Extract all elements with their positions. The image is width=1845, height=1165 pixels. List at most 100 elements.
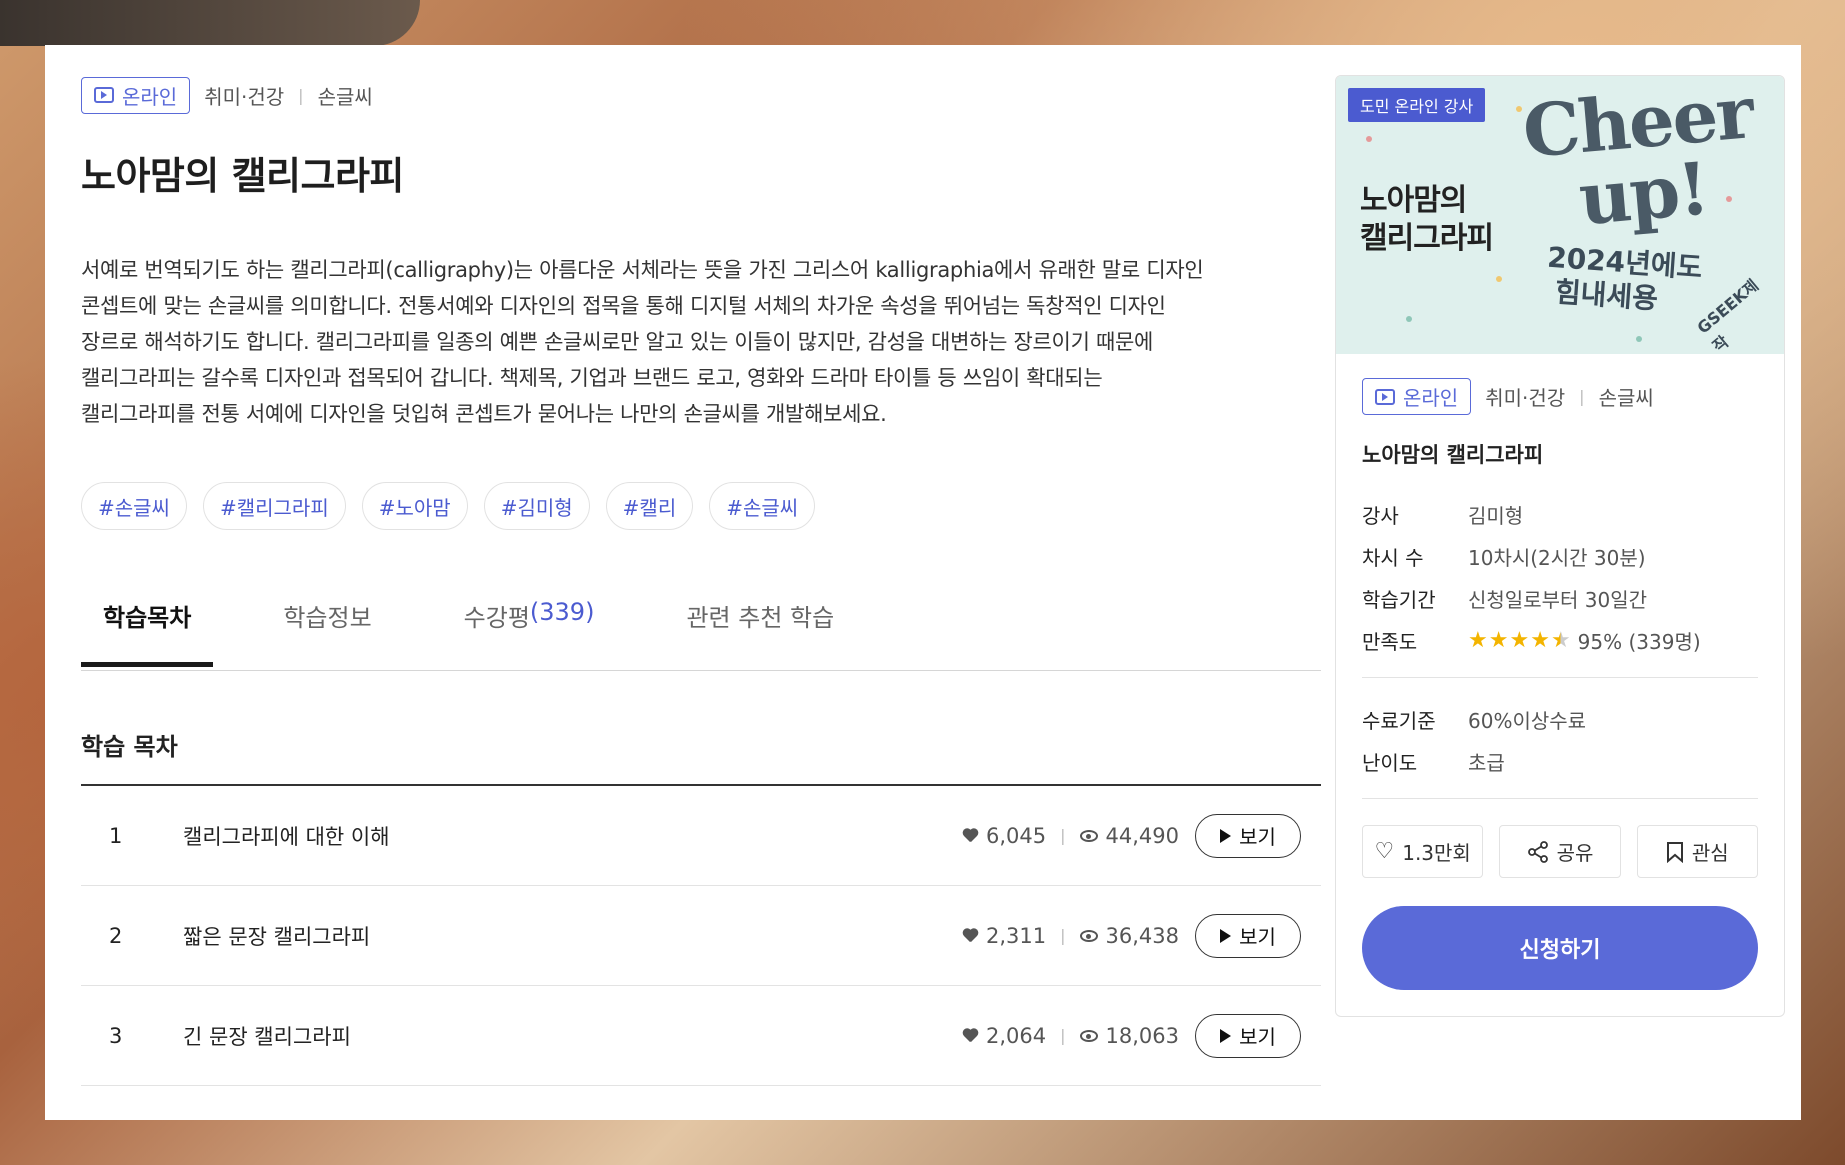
info-row-instructor: 강사 김미형	[1362, 493, 1758, 535]
view-stat: 18,063	[1079, 1023, 1179, 1048]
like-stat: 6,045	[962, 824, 1046, 848]
description-line: 캘리그라피는 갈수록 디자인과 접목되어 갑니다. 책제목, 기업과 브랜드 로…	[81, 366, 1103, 390]
category: 취미·건강	[1485, 386, 1566, 410]
like-stat: 2,311	[962, 924, 1046, 948]
tag-chip[interactable]: #김미형	[483, 482, 590, 530]
course-info: 강사 김미형 차시 수 10차시(2시간 30분) 학습기간 신청일로부터 30…	[1362, 493, 1758, 661]
info-value: 신청일로부터 30일간	[1468, 587, 1648, 612]
view-stat: 36,438	[1079, 923, 1179, 948]
star-rating: ★ ★ ★ ★ ★	[1468, 627, 1571, 653]
background-decoration	[0, 0, 420, 46]
like-button[interactable]: ♡ 1.3만회	[1362, 825, 1484, 878]
info-key: 강사	[1362, 503, 1399, 528]
view-button[interactable]: 보기	[1195, 1013, 1301, 1058]
toc-heading: 학습 목차	[81, 733, 178, 761]
apply-button[interactable]: 신청하기	[1362, 906, 1758, 990]
tab-reviews[interactable]: 수강평 (339)	[442, 598, 617, 670]
share-button[interactable]: 공유	[1499, 825, 1621, 878]
eye-icon	[1079, 929, 1098, 942]
course-meta: 온라인 취미·건강 | 손글씨	[81, 75, 1321, 115]
course-description: 서예로 번역되기도 하는 캘리그라피(calligraphy)는 아름다운 서체…	[81, 252, 1301, 432]
tag-chip[interactable]: #손글씨	[81, 482, 187, 530]
stat-separator: |	[1060, 1026, 1066, 1045]
course-thumbnail: 도민 온라인 강사 노아맘의 캘리그라피 Cheer up! 2024년에도 힘…	[1336, 76, 1784, 354]
tag-chip[interactable]: #캘리	[605, 482, 694, 530]
thumbnail-title-line: 캘리그라피	[1360, 221, 1494, 256]
info-row-sessions: 차시 수 10차시(2시간 30분)	[1362, 535, 1758, 577]
info-value: 초급	[1468, 750, 1505, 775]
tab-info[interactable]: 학습정보	[261, 598, 393, 670]
course-summary-panel: 도민 온라인 강사 노아맘의 캘리그라피 Cheer up! 2024년에도 힘…	[1335, 75, 1785, 1017]
toc-number: 1	[109, 823, 123, 848]
divider	[1362, 677, 1758, 678]
course-tabs: 학습목차 학습정보 수강평 (339) 관련 추천 학습	[81, 598, 1321, 671]
view-button-label: 보기	[1239, 1025, 1276, 1049]
tab-toc[interactable]: 학습목차	[81, 598, 214, 667]
like-count: 6,045	[986, 823, 1047, 848]
star-half-icon: ★	[1550, 627, 1571, 653]
like-count: 2,064	[986, 1023, 1047, 1048]
like-count: 1.3만회	[1402, 841, 1471, 865]
tag-list: #손글씨 #캘리그라피 #노아맘 #김미형 #캘리 #손글씨	[81, 482, 1321, 530]
view-stat: 44,490	[1079, 823, 1179, 848]
thumbnail-title: 노아맘의 캘리그라피	[1360, 182, 1494, 258]
view-count: 18,063	[1105, 1023, 1179, 1048]
panel-body: 온라인 취미·건강 | 손글씨 노아맘의 캘리그라피 강사 김미형 차시 수 1…	[1336, 354, 1784, 990]
panel-title: 노아맘의 캘리그라피	[1362, 443, 1544, 467]
online-label: 온라인	[1403, 386, 1459, 410]
rating-text: 95% (339명)	[1577, 629, 1701, 654]
like-stat: 2,064	[962, 1024, 1046, 1048]
heart-outline-icon: ♡	[1374, 839, 1395, 864]
eye-icon	[1079, 829, 1098, 842]
view-button[interactable]: 보기	[1195, 813, 1301, 858]
star-icon: ★	[1488, 627, 1509, 653]
bookmark-icon	[1666, 841, 1683, 863]
course-title: 노아맘의 캘리그라피	[81, 154, 404, 198]
info-row-completion: 수료기준 60%이상수료	[1362, 698, 1758, 740]
info-value: 60%이상수료	[1468, 708, 1587, 733]
play-icon	[1220, 828, 1232, 843]
star-icon: ★	[1468, 627, 1488, 653]
online-badge: 온라인	[81, 76, 191, 114]
course-detail-card: 온라인 취미·건강 | 손글씨 노아맘의 캘리그라피 서예로 번역되기도 하는 …	[45, 45, 1801, 1120]
play-icon	[1375, 388, 1395, 405]
view-button[interactable]: 보기	[1195, 913, 1301, 958]
thumbnail-subtext: 2024년에도 힘내세용	[1544, 241, 1703, 320]
view-count: 44,490	[1105, 823, 1179, 848]
info-key: 만족도	[1362, 629, 1418, 654]
course-info-2: 수료기준 60%이상수료 난이도 초급	[1362, 698, 1758, 782]
view-button-label: 보기	[1239, 825, 1276, 849]
like-count: 2,311	[986, 923, 1047, 948]
subcategory: 손글씨	[1598, 386, 1654, 410]
stat-separator: |	[1060, 826, 1066, 845]
share-icon	[1527, 840, 1548, 863]
view-count: 36,438	[1105, 923, 1179, 948]
tag-chip[interactable]: #노아맘	[361, 482, 468, 530]
info-key: 학습기간	[1362, 587, 1436, 612]
online-badge: 온라인	[1362, 378, 1472, 415]
thumbnail-badge: 도민 온라인 강사	[1348, 88, 1486, 122]
play-icon	[94, 87, 114, 103]
thumbnail-cheer-text: Cheer up!	[1520, 76, 1761, 241]
tag-chip[interactable]: #캘리그라피	[202, 482, 346, 530]
view-button-label: 보기	[1239, 925, 1276, 949]
stat-separator: |	[1060, 926, 1066, 945]
heart-icon	[962, 829, 978, 843]
info-key: 난이도	[1362, 750, 1418, 775]
star-icon: ★	[1530, 627, 1550, 653]
category: 취미·건강	[204, 84, 285, 109]
tag-chip[interactable]: #손글씨	[709, 482, 816, 530]
info-row-period: 학습기간 신청일로부터 30일간	[1362, 577, 1758, 619]
description-line: 캘리그라피를 전통 서예에 디자인을 덧입혀 콘셉트가 묻어나는 나만의 손글씨…	[81, 402, 887, 426]
info-key: 수료기준	[1362, 708, 1436, 733]
play-icon	[1220, 928, 1232, 943]
description-line: 장르로 해석하기도 합니다. 캘리그라피를 일종의 예쁜 손글씨로만 알고 있는…	[81, 330, 1154, 354]
toc-number: 3	[109, 1023, 123, 1048]
rating-value: ★ ★ ★ ★ ★ 95% (339명)	[1468, 626, 1701, 655]
favorite-button[interactable]: 관심	[1636, 825, 1758, 878]
tab-related[interactable]: 관련 추천 학습	[664, 598, 856, 670]
eye-icon	[1079, 1029, 1098, 1042]
play-icon	[1220, 1028, 1232, 1043]
info-row-difficulty: 난이도 초급	[1362, 740, 1758, 782]
crumb-separator: |	[298, 85, 304, 105]
